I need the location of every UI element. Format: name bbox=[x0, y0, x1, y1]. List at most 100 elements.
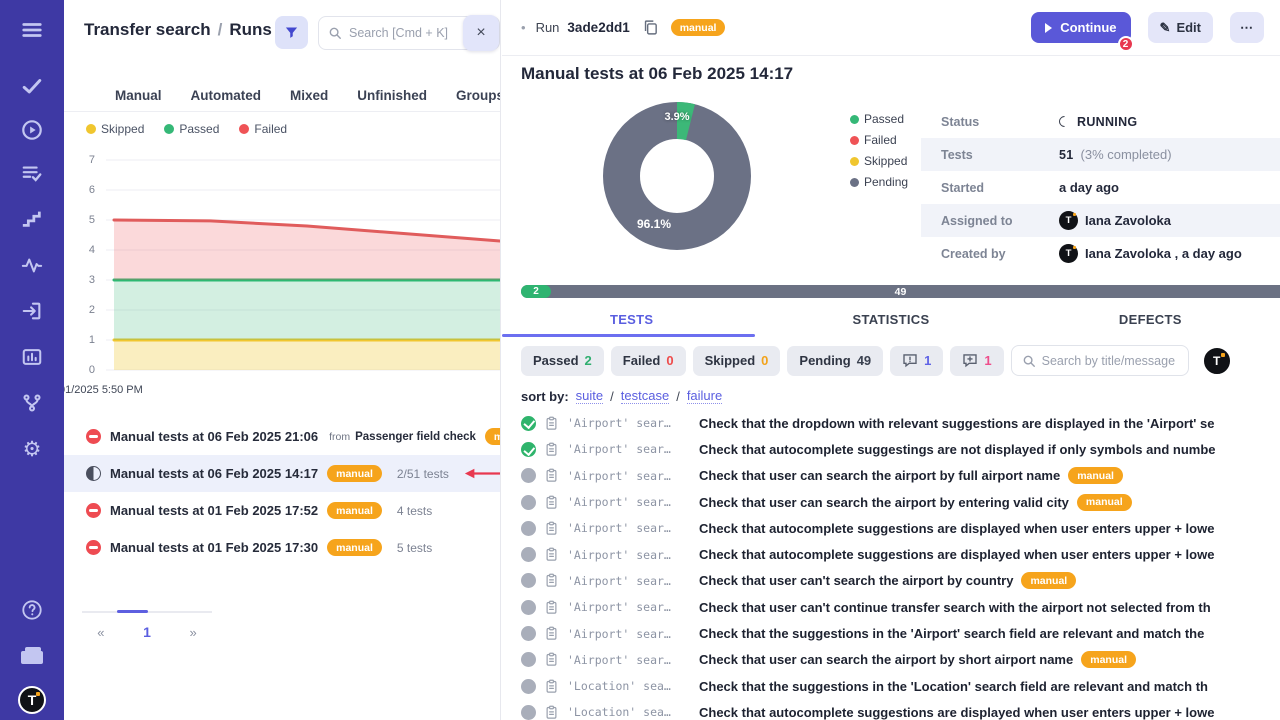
test-list-item[interactable]: 'Airport' sear… Check that user can sear… bbox=[502, 647, 1280, 673]
run-title[interactable]: Manual tests at 01 Feb 2025 17:52 bbox=[110, 503, 318, 518]
test-status-icon bbox=[521, 652, 536, 667]
sort-separator: / bbox=[676, 389, 680, 404]
test-list-item[interactable]: 'Airport' sear… Check that the dropdown … bbox=[502, 410, 1280, 436]
results-donut-chart: 3.9% 96.1% bbox=[597, 96, 757, 256]
run-detail-tab[interactable]: DEFECTS bbox=[1021, 306, 1280, 336]
reports-chart-icon[interactable] bbox=[20, 345, 44, 369]
menu-icon[interactable] bbox=[20, 18, 44, 42]
sort-link[interactable]: failure bbox=[687, 388, 722, 404]
filter-chip[interactable]: Failed 0 bbox=[611, 346, 686, 376]
testcase-clipboard-icon bbox=[544, 547, 559, 562]
filter-chip[interactable]: Skipped 0 bbox=[693, 346, 781, 376]
play-icon bbox=[1045, 23, 1052, 33]
detail-value: T a day ago bbox=[1059, 180, 1119, 195]
test-list-item[interactable]: 'Airport' sear… Check that the suggestio… bbox=[502, 620, 1280, 646]
assignee-filter-avatar[interactable]: T bbox=[1204, 348, 1230, 374]
integrations-branch-icon[interactable] bbox=[20, 391, 44, 415]
milestones-stairs-icon[interactable] bbox=[20, 207, 44, 231]
run-list-item[interactable]: Manual tests at 01 Feb 2025 17:52 manual… bbox=[64, 492, 500, 529]
runs-tab[interactable]: Mixed bbox=[290, 88, 328, 103]
test-title[interactable]: Check that autocomplete suggestings are … bbox=[699, 442, 1215, 457]
test-title[interactable]: Check that user can search the airport b… bbox=[699, 495, 1069, 510]
avatar[interactable]: T bbox=[1059, 211, 1078, 230]
copy-icon[interactable] bbox=[642, 19, 659, 36]
runs-tab[interactable]: Unfinished bbox=[357, 88, 427, 103]
test-cases-check-icon[interactable] bbox=[20, 74, 44, 98]
test-list-item[interactable]: 'Airport' sear… Check that user can sear… bbox=[502, 463, 1280, 489]
test-list-item[interactable]: 'Location' sea… Check that autocomplete … bbox=[502, 699, 1280, 720]
runs-tab[interactable]: Manual bbox=[115, 88, 162, 103]
run-title[interactable]: Manual tests at 01 Feb 2025 17:30 bbox=[110, 540, 318, 555]
test-list-item[interactable]: 'Airport' sear… Check that user can sear… bbox=[502, 489, 1280, 515]
filter-chip[interactable]: 1 bbox=[950, 346, 1003, 376]
test-list-item[interactable]: 'Airport' sear… Check that autocomplete … bbox=[502, 515, 1280, 541]
run-list-item[interactable]: Manual tests at 06 Feb 2025 14:17 manual… bbox=[64, 455, 500, 492]
test-title[interactable]: Check that user can't continue transfer … bbox=[699, 600, 1211, 615]
test-list-item[interactable]: 'Airport' sear… Check that autocomplete … bbox=[502, 436, 1280, 462]
test-suite-name: 'Location' sea… bbox=[567, 705, 691, 719]
test-title[interactable]: Check that user can search the airport b… bbox=[699, 652, 1073, 667]
continue-button[interactable]: Continue bbox=[1031, 12, 1130, 43]
imports-login-icon[interactable] bbox=[20, 299, 44, 323]
projects-folder-icon[interactable] bbox=[20, 644, 44, 668]
testcase-clipboard-icon bbox=[544, 600, 559, 615]
test-title[interactable]: Check that autocomplete suggestions are … bbox=[699, 547, 1214, 562]
runs-play-icon[interactable] bbox=[20, 118, 44, 142]
legend-dot bbox=[86, 124, 96, 134]
test-list-item[interactable]: 'Location' sea… Check that the suggestio… bbox=[502, 673, 1280, 699]
run-title[interactable]: Manual tests at 06 Feb 2025 21:06 bbox=[110, 429, 318, 444]
run-type-badge: manual bbox=[485, 428, 500, 445]
run-detail-tab[interactable]: STATISTICS bbox=[761, 306, 1020, 336]
test-title[interactable]: Check that the dropdown with relevant su… bbox=[699, 416, 1214, 431]
more-actions-button[interactable]: ⋯ bbox=[1230, 12, 1264, 43]
filter-chip[interactable]: Passed 2 bbox=[521, 346, 604, 376]
donut-passed-label: 3.9% bbox=[597, 111, 757, 123]
runs-list-panel: Transfer search/Runs × ManualAutomatedMi… bbox=[64, 0, 501, 720]
testcase-clipboard-icon bbox=[544, 521, 559, 536]
run-list-item[interactable]: Manual tests at 06 Feb 2025 21:06 from P… bbox=[64, 418, 500, 455]
filter-chip-count: 1 bbox=[984, 353, 991, 368]
run-detail-tab[interactable]: TESTS bbox=[502, 306, 761, 336]
test-list-item[interactable]: 'Airport' sear… Check that user can't se… bbox=[502, 568, 1280, 594]
search-icon bbox=[1022, 354, 1036, 368]
filter-chip[interactable]: 1 bbox=[890, 346, 943, 376]
test-title[interactable]: Check that user can search the airport b… bbox=[699, 468, 1060, 483]
test-title[interactable]: Check that user can't search the airport… bbox=[699, 573, 1013, 588]
legend-dot bbox=[850, 157, 859, 166]
run-source-plan[interactable]: Passenger field check bbox=[355, 431, 476, 443]
activity-pulse-icon[interactable] bbox=[20, 253, 44, 277]
filter-chip[interactable]: Pending 49 bbox=[787, 346, 883, 376]
settings-gear-icon[interactable]: ⚙ bbox=[20, 437, 44, 461]
close-panel-button[interactable]: × bbox=[463, 15, 499, 51]
test-plans-icon[interactable] bbox=[20, 162, 44, 186]
pagination-next[interactable]: » bbox=[189, 625, 196, 640]
help-icon[interactable] bbox=[20, 598, 44, 622]
test-type-badge: manual bbox=[1068, 467, 1123, 484]
test-title[interactable]: Check that the suggestions in the 'Airpo… bbox=[699, 626, 1204, 641]
test-title[interactable]: Check that autocomplete suggestions are … bbox=[699, 521, 1214, 536]
run-list-item[interactable]: Manual tests at 01 Feb 2025 17:30 manual… bbox=[64, 529, 500, 566]
tests-search-field[interactable] bbox=[1011, 345, 1189, 376]
filter-button[interactable] bbox=[275, 16, 308, 49]
legend-dot bbox=[239, 124, 249, 134]
pagination-prev[interactable]: « bbox=[97, 625, 104, 640]
runs-tab[interactable]: Automated bbox=[191, 88, 262, 103]
test-list-item[interactable]: 'Airport' sear… Check that user can't co… bbox=[502, 594, 1280, 620]
tests-list: 'Airport' sear… Check that the dropdown … bbox=[502, 410, 1280, 720]
sort-link[interactable]: suite bbox=[576, 388, 603, 404]
test-title[interactable]: Check that the suggestions in the 'Locat… bbox=[699, 679, 1208, 694]
runs-tab[interactable]: Groups bbox=[456, 88, 501, 103]
edit-button[interactable]: ✎ Edit bbox=[1148, 12, 1213, 43]
sort-link[interactable]: testcase bbox=[621, 388, 669, 404]
avatar[interactable]: T bbox=[1059, 244, 1078, 263]
run-title[interactable]: Manual tests at 06 Feb 2025 14:17 bbox=[110, 466, 318, 481]
testcase-clipboard-icon bbox=[544, 416, 559, 431]
user-avatar[interactable]: T bbox=[18, 686, 46, 714]
tests-search-input[interactable] bbox=[1042, 354, 1178, 368]
test-title[interactable]: Check that autocomplete suggestions are … bbox=[699, 705, 1214, 720]
testcase-clipboard-icon bbox=[544, 495, 559, 510]
breadcrumb-project[interactable]: Transfer search bbox=[84, 20, 211, 39]
funnel-icon bbox=[284, 25, 299, 40]
test-list-item[interactable]: 'Airport' sear… Check that autocomplete … bbox=[502, 541, 1280, 567]
pagination-page-1[interactable]: 1 bbox=[143, 624, 151, 640]
